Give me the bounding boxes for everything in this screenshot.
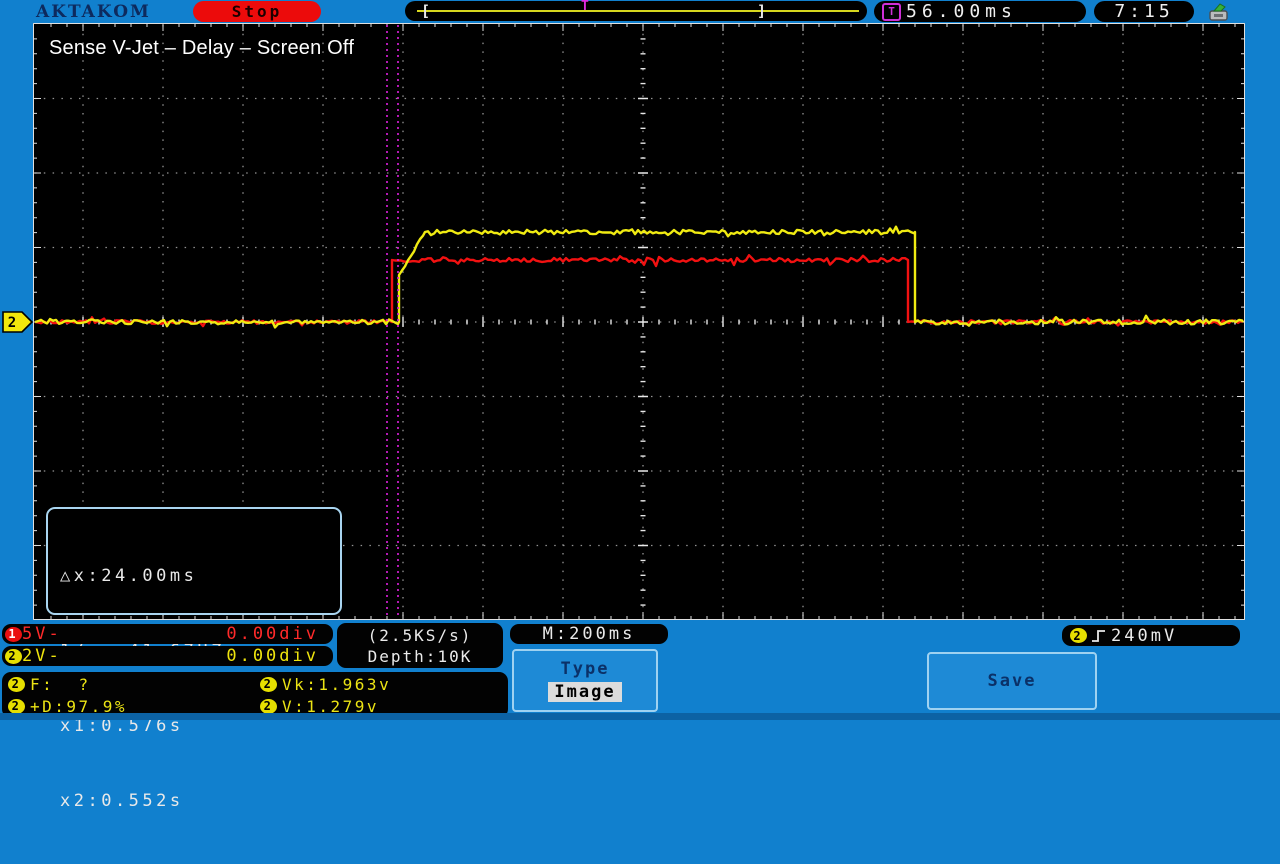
measure-ch-badge: 2 — [8, 676, 25, 692]
measure-value: F: ? — [30, 674, 91, 694]
timebase-value: M:200ms — [542, 624, 636, 644]
usb-device-icon — [1209, 3, 1228, 21]
type-button-value: Image — [548, 682, 622, 702]
cursor-delta-x: △x:24.00ms — [60, 566, 198, 586]
memory-depth: Depth:10K — [367, 646, 473, 666]
acquisition-info-box: (2.5KS/s) Depth:10K — [337, 623, 503, 668]
channel2-marker-label: 2 — [8, 315, 16, 331]
run-state-label: Stop — [231, 2, 283, 21]
save-button-label: Save — [987, 671, 1037, 691]
trigger-bar-line — [417, 10, 859, 12]
channel1-scale: 5V- — [22, 624, 62, 644]
rising-edge-icon — [1092, 629, 1105, 642]
save-button[interactable]: Save — [927, 652, 1097, 710]
channel2-scale: 2V- — [22, 646, 62, 666]
type-button-label: Type — [560, 659, 610, 679]
channel2-offset: 0.00div — [226, 646, 319, 666]
channel1-offset: 0.00div — [226, 624, 319, 644]
screen-annotation-title: Sense V-Jet – Delay – Screen Off — [49, 37, 355, 59]
trigger-position-marker: T — [581, 0, 589, 14]
channel1-badge: 1 — [5, 626, 22, 642]
trigger-t-icon: T — [882, 2, 901, 21]
cursor-measurement-box: △x:24.00ms 1/△x:41.67HZ x1:0.576s x2:0.5… — [46, 507, 342, 811]
cursor-x2: x2:0.552s — [60, 791, 184, 811]
trigger-source-badge: 2 — [1070, 628, 1087, 643]
timebase-pill: M:200ms — [510, 624, 668, 644]
oscilloscope-ui: { "top_bar": { "brand": "AKTAKOM", "run_… — [0, 0, 1280, 811]
trigger-status-pill: 2 240mV — [1062, 625, 1240, 646]
trigger-level-value: 240mV — [1111, 625, 1178, 646]
channel2-badge: 2 — [5, 648, 22, 664]
channel2-status-pill: 2 2V- 0.00div — [2, 646, 333, 666]
measure-ch-badge: 2 — [8, 698, 25, 714]
measure-value: Vk:1.963v — [282, 674, 392, 694]
trigger-window-right-bracket: ] — [757, 2, 767, 20]
brand-logo: AKTAKOM — [36, 2, 151, 22]
measure-ch-badge: 2 — [260, 676, 277, 692]
bottom-edge-strip — [0, 713, 1280, 720]
trigger-window-left-bracket: [ — [421, 2, 431, 20]
channel1-status-pill: 1 5V- 0.00div — [2, 624, 333, 644]
channel2-position-marker: 2 — [2, 311, 34, 333]
measure-vk: 2 Vk:1.963v — [260, 675, 502, 694]
type-button[interactable]: Type Image — [512, 649, 658, 712]
scope-screen: Sense V-Jet – Delay – Screen Off △x:24.0… — [33, 23, 1245, 811]
trigger-time-value: 56.00ms — [906, 1, 1017, 22]
measure-frequency: 2 F: ? — [8, 675, 260, 694]
clock-value: 7:15 — [1114, 1, 1174, 22]
measure-ch-badge: 2 — [260, 698, 277, 714]
run-state-badge: Stop — [193, 1, 321, 22]
sample-rate: (2.5KS/s) — [367, 625, 473, 645]
clock: 7:15 — [1094, 1, 1194, 22]
auto-measurements-box: 2 F: ? 2 Vk:1.963v 2 +D:97.9% 2 V:1.279v — [2, 672, 508, 718]
trigger-time-readout: T 56.00ms — [874, 1, 1086, 22]
trigger-position-bar: [ ] T — [405, 0, 867, 21]
